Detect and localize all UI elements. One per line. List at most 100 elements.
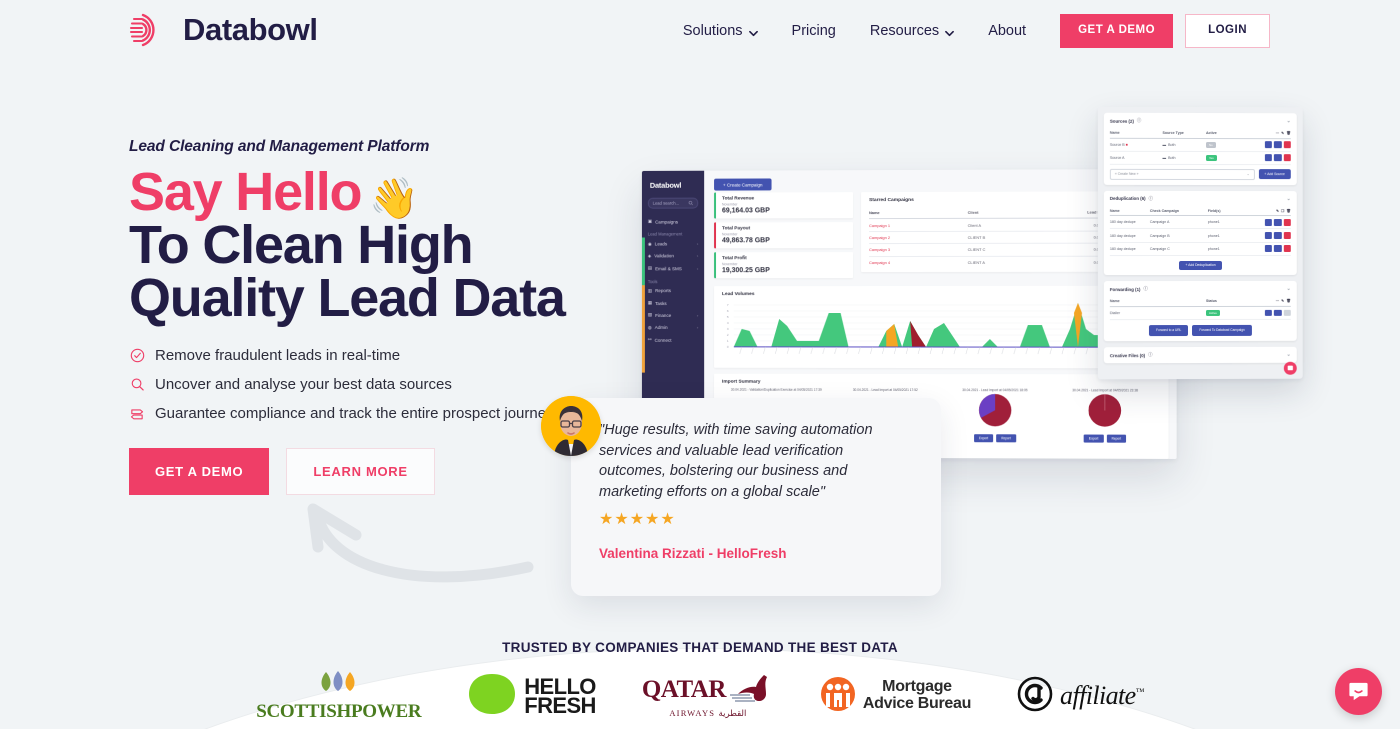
more-actions-button[interactable] (1264, 154, 1272, 162)
pencil-icon: ✎ (1281, 130, 1285, 135)
report-button[interactable]: Report (996, 434, 1016, 443)
forward-to-url-button[interactable]: Forward to a URL (1149, 324, 1189, 337)
kpi-value: 69,164.03 GBP (721, 207, 770, 215)
add-deduplication-button[interactable]: + Add Deduplication (1179, 260, 1222, 271)
report-button[interactable]: Report (1106, 434, 1127, 443)
sidebar-item-reports[interactable]: ▥ Reports (642, 285, 704, 297)
brand-logo[interactable]: Databowl (129, 8, 318, 52)
testimonial-card: "Huge results, with time saving automati… (571, 398, 941, 596)
duplicate-button[interactable] (1273, 245, 1282, 252)
mab-mark-icon (820, 676, 856, 717)
nav-item-resources[interactable]: Resources (870, 23, 955, 39)
duplicate-button[interactable] (1273, 232, 1282, 239)
info-icon: ⓘ (1148, 195, 1153, 201)
column-client: Client (967, 210, 979, 216)
sidebar-item-label: Connect (654, 337, 672, 343)
sidebar-item-email-sms[interactable]: ▤ Email & SMS › (642, 262, 704, 274)
table-row[interactable]: Source B ■ ▬ Both No (1109, 138, 1291, 152)
kpi-card-total-revenue: Total Revenue November 69,164.03 GBP (714, 192, 854, 219)
edit-button[interactable] (1264, 232, 1272, 239)
sidebar-item-admin[interactable]: ◍ Admin › (642, 322, 704, 334)
sidebar-item-leads[interactable]: ◉ Leads › (642, 238, 704, 250)
nav-label-solutions: Solutions (682, 23, 743, 39)
column-actions: ⋯ ✎ 🗑 (1237, 299, 1291, 303)
kpi-value: 49,863.78 GBP (721, 237, 770, 245)
dashboard-chat-fab[interactable] (1283, 361, 1297, 375)
nav-item-about[interactable]: About (988, 23, 1026, 39)
list-item: Uncover and analyse your best data sourc… (129, 376, 649, 393)
row-actions (1237, 154, 1291, 162)
cell-check-campaign: Campaign A (1149, 220, 1170, 225)
more-actions-button[interactable] (1264, 309, 1272, 317)
pencil-icon: ✎ (1276, 208, 1280, 213)
kpi-value: 19,300.25 GBP (721, 267, 770, 275)
sidebar-item-connect[interactable]: ⚯ Connect (642, 334, 704, 346)
table-row[interactable]: Source A ▬ Both Yes (1109, 151, 1291, 165)
create-campaign-button[interactable]: + Create Campaign (714, 178, 772, 191)
add-source-button[interactable]: + Add Source (1258, 169, 1291, 180)
kpi-card-total-payout: Total Payout November 49,863.78 GBP (714, 222, 854, 249)
sources-table: Name Source Type Active ⋯ ✎ 🗑 Source B ■… (1109, 127, 1291, 165)
svg-text:2: 2 (727, 333, 729, 337)
column-actions: ✎ ❐ 🗑 (1247, 208, 1291, 213)
row-actions (1237, 309, 1291, 317)
sidebar-item-tasks[interactable]: ▦ Tasks (642, 297, 704, 309)
delete-button[interactable] (1283, 232, 1291, 239)
sidebar-item-campaigns[interactable]: ▣ Campaigns (642, 216, 704, 228)
sources-title: Sources (2) (1109, 118, 1134, 124)
trusted-by-section: TRUSTED BY COMPANIES THAT DEMAND THE BES… (0, 640, 1400, 723)
info-icon: ⓘ (1148, 352, 1153, 358)
cell-fields: phone1 (1207, 233, 1220, 238)
brand-name: Databowl (183, 12, 318, 47)
edit-button[interactable] (1264, 219, 1272, 226)
scottishpower-wordmark: SCOTTISHPOWER (256, 701, 422, 722)
edit-button[interactable] (1273, 309, 1282, 317)
chevron-down-icon[interactable]: ⌄ (1287, 352, 1291, 358)
table-row[interactable]: 180 day dedupe Campaign B phone1 (1109, 229, 1291, 243)
sidebar-item-label: Tasks (655, 300, 667, 306)
sidebar-item-validation[interactable]: ◈ Validation › (642, 250, 704, 262)
table-row[interactable]: 180 day dedupe Campaign A phone1 (1109, 216, 1291, 230)
feature-text: Remove fraudulent leads in real-time (155, 347, 401, 364)
hero-get-a-demo-button[interactable]: GET A DEMO (129, 448, 270, 495)
nav-item-solutions[interactable]: Solutions (683, 23, 758, 39)
more-actions-button[interactable] (1264, 141, 1272, 149)
sidebar-item-label: Leads (654, 241, 668, 247)
table-row[interactable]: 180 day dedupe Campaign C phone1 (1109, 242, 1291, 256)
duplicate-button[interactable] (1273, 219, 1282, 226)
intercom-chat-button[interactable] (1335, 668, 1382, 715)
trademark-symbol: ™ (1135, 686, 1145, 697)
hero-title-line2: To Clean High (129, 215, 474, 276)
delete-button[interactable] (1283, 141, 1291, 149)
feature-text: Uncover and analyse your best data sourc… (155, 376, 452, 393)
chevron-down-icon[interactable]: ⌄ (1287, 196, 1291, 202)
header-get-a-demo-button[interactable]: GET A DEMO (1060, 14, 1174, 48)
create-new-source-select[interactable]: « Create New » ⌄ (1109, 168, 1255, 180)
column-name: Name (1109, 130, 1120, 135)
forward-to-databowl-campaign-button[interactable]: Forward To Databowl Campaign (1192, 324, 1252, 337)
delete-button[interactable] (1283, 309, 1291, 317)
delete-button[interactable] (1283, 245, 1291, 252)
export-button[interactable]: Export (1084, 434, 1104, 443)
nav-item-pricing[interactable]: Pricing (792, 23, 836, 39)
trusted-by-title: TRUSTED BY COMPANIES THAT DEMAND THE BES… (502, 640, 898, 655)
table-row[interactable]: Dialler Active (1109, 306, 1291, 321)
header-login-button[interactable]: LOGIN (1185, 14, 1270, 48)
edit-button[interactable] (1264, 245, 1272, 252)
device-icon: ▬ (1162, 155, 1167, 160)
trash-icon: 🗑 (1286, 208, 1291, 213)
scottishpower-mark-icon (316, 669, 362, 700)
delete-button[interactable] (1283, 154, 1291, 162)
export-button[interactable]: Export (973, 433, 994, 443)
mab-wordmark: Mortgage Advice Bureau (863, 678, 971, 713)
hero-learn-more-button[interactable]: LEARN MORE (286, 448, 435, 495)
forwarding-title: Forwarding (1) (1109, 286, 1141, 292)
edit-button[interactable] (1273, 141, 1282, 149)
delete-button[interactable] (1283, 219, 1291, 226)
sidebar-item-label: Admin (654, 325, 668, 331)
chevron-down-icon[interactable]: ⌄ (1287, 286, 1291, 292)
dashboard-search-input[interactable]: Lead search... (647, 197, 699, 209)
sidebar-item-finance[interactable]: ▧ Finance › (642, 309, 704, 321)
edit-button[interactable] (1273, 154, 1282, 162)
chevron-down-icon[interactable]: ⌄ (1287, 118, 1291, 124)
